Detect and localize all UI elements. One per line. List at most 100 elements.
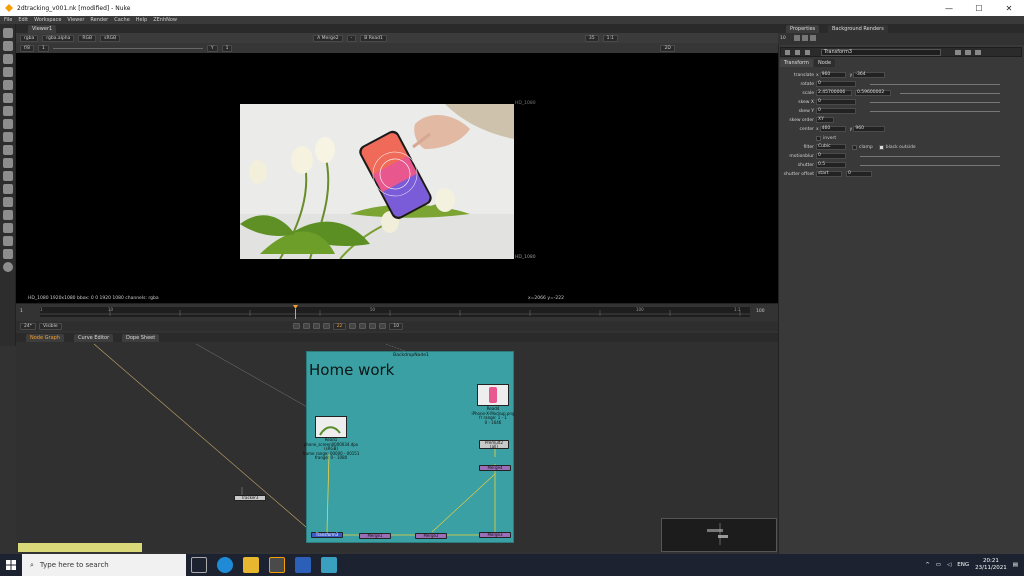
lut-dropdown[interactable]: sRGB <box>100 34 121 42</box>
subtab-transform[interactable]: Transform <box>780 59 813 67</box>
minimize-button[interactable]: — <box>934 0 964 16</box>
float-icon[interactable] <box>802 35 808 41</box>
ratio-dropdown[interactable]: 1:1 <box>602 34 618 42</box>
filter-tool-icon[interactable] <box>3 93 13 103</box>
taskbar-search-box[interactable]: ⌕ Type here to search <box>22 554 186 576</box>
end-frame[interactable]: 100 <box>756 309 765 314</box>
shutter-custom-field[interactable]: 0 <box>846 171 872 177</box>
shutter-field[interactable]: 0.5 <box>816 162 846 168</box>
transform3-node[interactable]: Transform3 <box>311 532 343 538</box>
node-name-field[interactable]: Transform3 <box>821 48 941 56</box>
maya-icon[interactable] <box>321 557 337 573</box>
fstop-field[interactable]: f/8 <box>20 44 34 52</box>
scale-h-field[interactable]: 0.59600002 <box>855 90 891 96</box>
center-y-field[interactable]: 960 <box>853 126 886 132</box>
cara-tool-icon[interactable] <box>3 249 13 259</box>
filter-dropdown[interactable]: Cubic <box>816 144 846 150</box>
tab-dope-sheet[interactable]: Dope Sheet <box>122 334 160 342</box>
views-tool-icon[interactable] <box>3 184 13 194</box>
start-frame[interactable]: 1 <box>20 309 23 314</box>
deep-tool-icon[interactable] <box>3 171 13 181</box>
motionblur-slider[interactable] <box>860 156 1000 157</box>
skew-x-slider[interactable] <box>870 102 1000 103</box>
fps-dropdown[interactable]: 24* <box>20 322 36 330</box>
rotate-slider[interactable] <box>870 84 1000 85</box>
read1-node[interactable] <box>315 416 347 438</box>
word-icon[interactable] <box>295 557 311 573</box>
tab-viewer1[interactable]: Viewer1 <box>28 25 57 33</box>
lock-icon[interactable] <box>794 35 800 41</box>
clock[interactable]: 20:21 23/11/2021 <box>975 558 1007 572</box>
max-panels-field[interactable]: 10 <box>780 36 786 41</box>
menu-workspace[interactable]: Workspace <box>34 17 61 23</box>
center-x-field[interactable]: 460 <box>819 126 846 132</box>
motionblur-field[interactable]: 0 <box>816 153 846 159</box>
node-color-icon[interactable] <box>795 50 800 55</box>
close-all-icon[interactable] <box>810 35 816 41</box>
nuke-taskbar-icon[interactable] <box>269 557 285 573</box>
compare-dropdown[interactable]: - <box>346 34 357 42</box>
premult-node[interactable]: Premult2 (all) <box>479 440 509 449</box>
merge1-node[interactable]: Merge1 <box>359 533 391 539</box>
menu-cache[interactable]: Cache <box>114 17 130 23</box>
particles-tool-icon[interactable] <box>3 158 13 168</box>
metadata-tool-icon[interactable] <box>3 197 13 207</box>
alpha-dropdown[interactable]: rgba.alpha <box>42 34 75 42</box>
invert-checkbox[interactable] <box>816 135 821 141</box>
rotate-field[interactable]: 0 <box>816 81 856 87</box>
keyer-tool-icon[interactable] <box>3 106 13 116</box>
edge-icon[interactable] <box>217 557 233 573</box>
image-tool-icon[interactable] <box>3 28 13 38</box>
increment-field[interactable]: 10 <box>389 322 404 330</box>
shutter-slider[interactable] <box>860 165 1000 166</box>
skew-y-field[interactable]: 0 <box>816 108 856 114</box>
menu-zenhnow[interactable]: ZEnhNow <box>153 17 177 23</box>
backdrop-node[interactable]: BackdropNode1 Home work Read1 phone_scre… <box>303 351 514 543</box>
prev-key-button[interactable] <box>302 323 310 329</box>
menu-render[interactable]: Render <box>90 17 108 23</box>
volume-icon[interactable]: ◁ <box>947 562 951 568</box>
last-frame-button[interactable] <box>379 323 387 329</box>
merge2-node[interactable]: Merge2 <box>415 533 447 539</box>
shutter-offset-dropdown[interactable]: start <box>816 171 842 177</box>
tab-background-renders[interactable]: Background Renders <box>828 25 888 33</box>
toolsets-tool-icon[interactable] <box>3 210 13 220</box>
notifications-icon[interactable]: ▤ <box>1013 562 1018 568</box>
current-frame-field[interactable]: 22 <box>332 322 347 330</box>
tab-curve-editor[interactable]: Curve Editor <box>74 334 114 342</box>
translate-x-field[interactable]: 960 <box>819 72 846 78</box>
close-panel-icon[interactable] <box>975 50 981 55</box>
task-view-icon[interactable] <box>191 557 207 573</box>
next-key-button[interactable] <box>369 323 377 329</box>
next-frame-button[interactable] <box>359 323 367 329</box>
timeline-ruler[interactable]: 1 10 50 100 1:1 <box>40 307 750 317</box>
menu-edit[interactable]: Edit <box>18 17 28 23</box>
plugins-tool-icon[interactable] <box>3 262 13 272</box>
color-tool-icon[interactable] <box>3 80 13 90</box>
undo-icon[interactable] <box>805 50 810 55</box>
merge3-node[interactable]: Merge3 <box>479 532 511 538</box>
scale-w-field[interactable]: 2.45700006 <box>816 90 852 96</box>
scale-slider[interactable] <box>900 93 1000 94</box>
help-icon[interactable] <box>955 50 961 55</box>
3d-tool-icon[interactable] <box>3 145 13 155</box>
channel-tool-icon[interactable] <box>3 67 13 77</box>
clamp-checkbox[interactable] <box>852 144 857 150</box>
tray-chevron-icon[interactable]: ^ <box>925 562 930 568</box>
read4-node[interactable] <box>477 384 509 406</box>
black-outside-checkbox[interactable] <box>878 144 884 150</box>
first-frame-button[interactable] <box>292 323 300 329</box>
transform-tool-icon[interactable] <box>3 132 13 142</box>
skew-order-dropdown[interactable]: XY <box>816 117 834 123</box>
translate-y-field[interactable]: -364 <box>853 72 886 78</box>
zoom-dropdown[interactable]: 35 <box>584 34 599 42</box>
gamma-field[interactable]: 1 <box>221 44 233 52</box>
tab-node-graph[interactable]: Node Graph <box>26 334 64 342</box>
start-button[interactable] <box>0 554 22 576</box>
visible-dropdown[interactable]: Visible <box>38 322 62 330</box>
view-mode-dropdown[interactable]: 2D <box>660 44 675 52</box>
other-tool-icon[interactable] <box>3 223 13 233</box>
tracker-node[interactable]: Tracker3 <box>234 495 266 501</box>
play-backward-button[interactable] <box>322 323 330 329</box>
prev-frame-button[interactable] <box>312 323 320 329</box>
